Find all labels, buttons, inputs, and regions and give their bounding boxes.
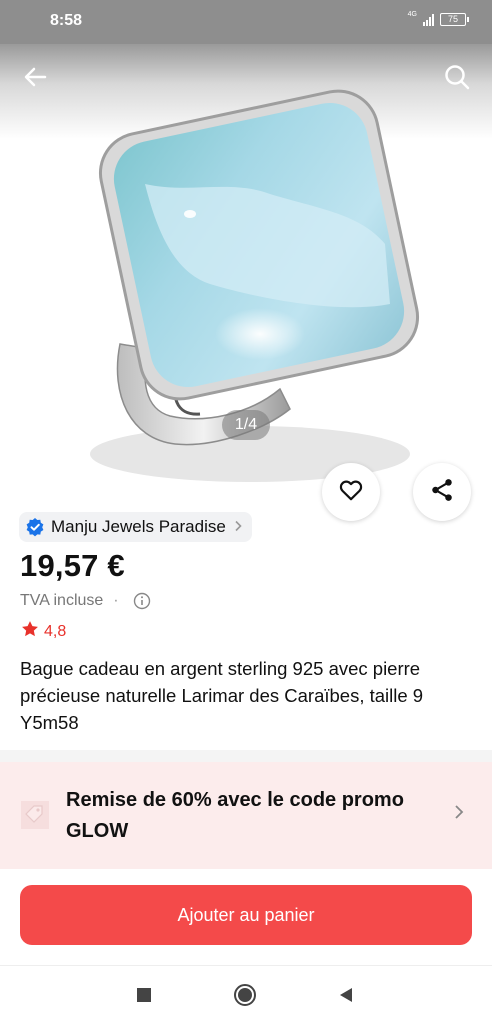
chevron-right-icon	[234, 520, 242, 535]
rating-row[interactable]: 4,8	[20, 619, 66, 644]
cart-bar: Ajouter au panier	[0, 869, 492, 965]
status-bar: 8:58 4G 75	[0, 0, 492, 44]
product-title: Bague cadeau en argent sterling 925 avec…	[20, 658, 424, 733]
rating-value: 4,8	[44, 622, 67, 640]
back-arrow-icon[interactable]	[20, 62, 50, 92]
network-label: 4G	[407, 11, 417, 18]
battery-icon: 75	[440, 13, 469, 26]
product-image-gallery[interactable]: 1/4	[0, 44, 492, 492]
coupon-icon	[20, 800, 50, 830]
vat-label: TVA incluse	[20, 592, 104, 609]
store-name: Manju Jewels Paradise	[51, 517, 226, 536]
image-page-indicator: 1/4	[222, 410, 270, 440]
promo-banner[interactable]: Remise de 60% avec le code promo GLOW	[0, 762, 492, 869]
status-indicators: 4G 75	[407, 11, 469, 26]
nav-back-icon[interactable]	[334, 983, 358, 1007]
promo-text: Remise de 60% avec le code promo GLOW	[66, 789, 404, 842]
home-icon[interactable]	[233, 983, 257, 1007]
verified-badge-icon	[25, 517, 45, 537]
section-divider	[0, 750, 492, 762]
store-link[interactable]: Manju Jewels Paradise	[19, 512, 252, 542]
signal-icon	[423, 13, 434, 26]
share-icon	[429, 477, 455, 508]
separator: ·	[113, 592, 119, 609]
vat-row: TVA incluse ·	[20, 592, 151, 610]
favorite-button[interactable]	[322, 463, 380, 521]
add-to-cart-button[interactable]: Ajouter au panier	[20, 885, 472, 945]
share-button[interactable]	[413, 463, 471, 521]
recent-apps-icon[interactable]	[132, 983, 156, 1007]
product-price: 19,57 €	[20, 548, 125, 583]
system-nav-bar	[0, 965, 492, 1025]
star-icon	[20, 619, 44, 644]
status-time: 8:58	[50, 12, 83, 29]
info-icon[interactable]	[133, 592, 151, 610]
search-icon[interactable]	[442, 62, 472, 92]
chevron-right-icon	[454, 804, 464, 825]
heart-icon	[338, 477, 364, 508]
